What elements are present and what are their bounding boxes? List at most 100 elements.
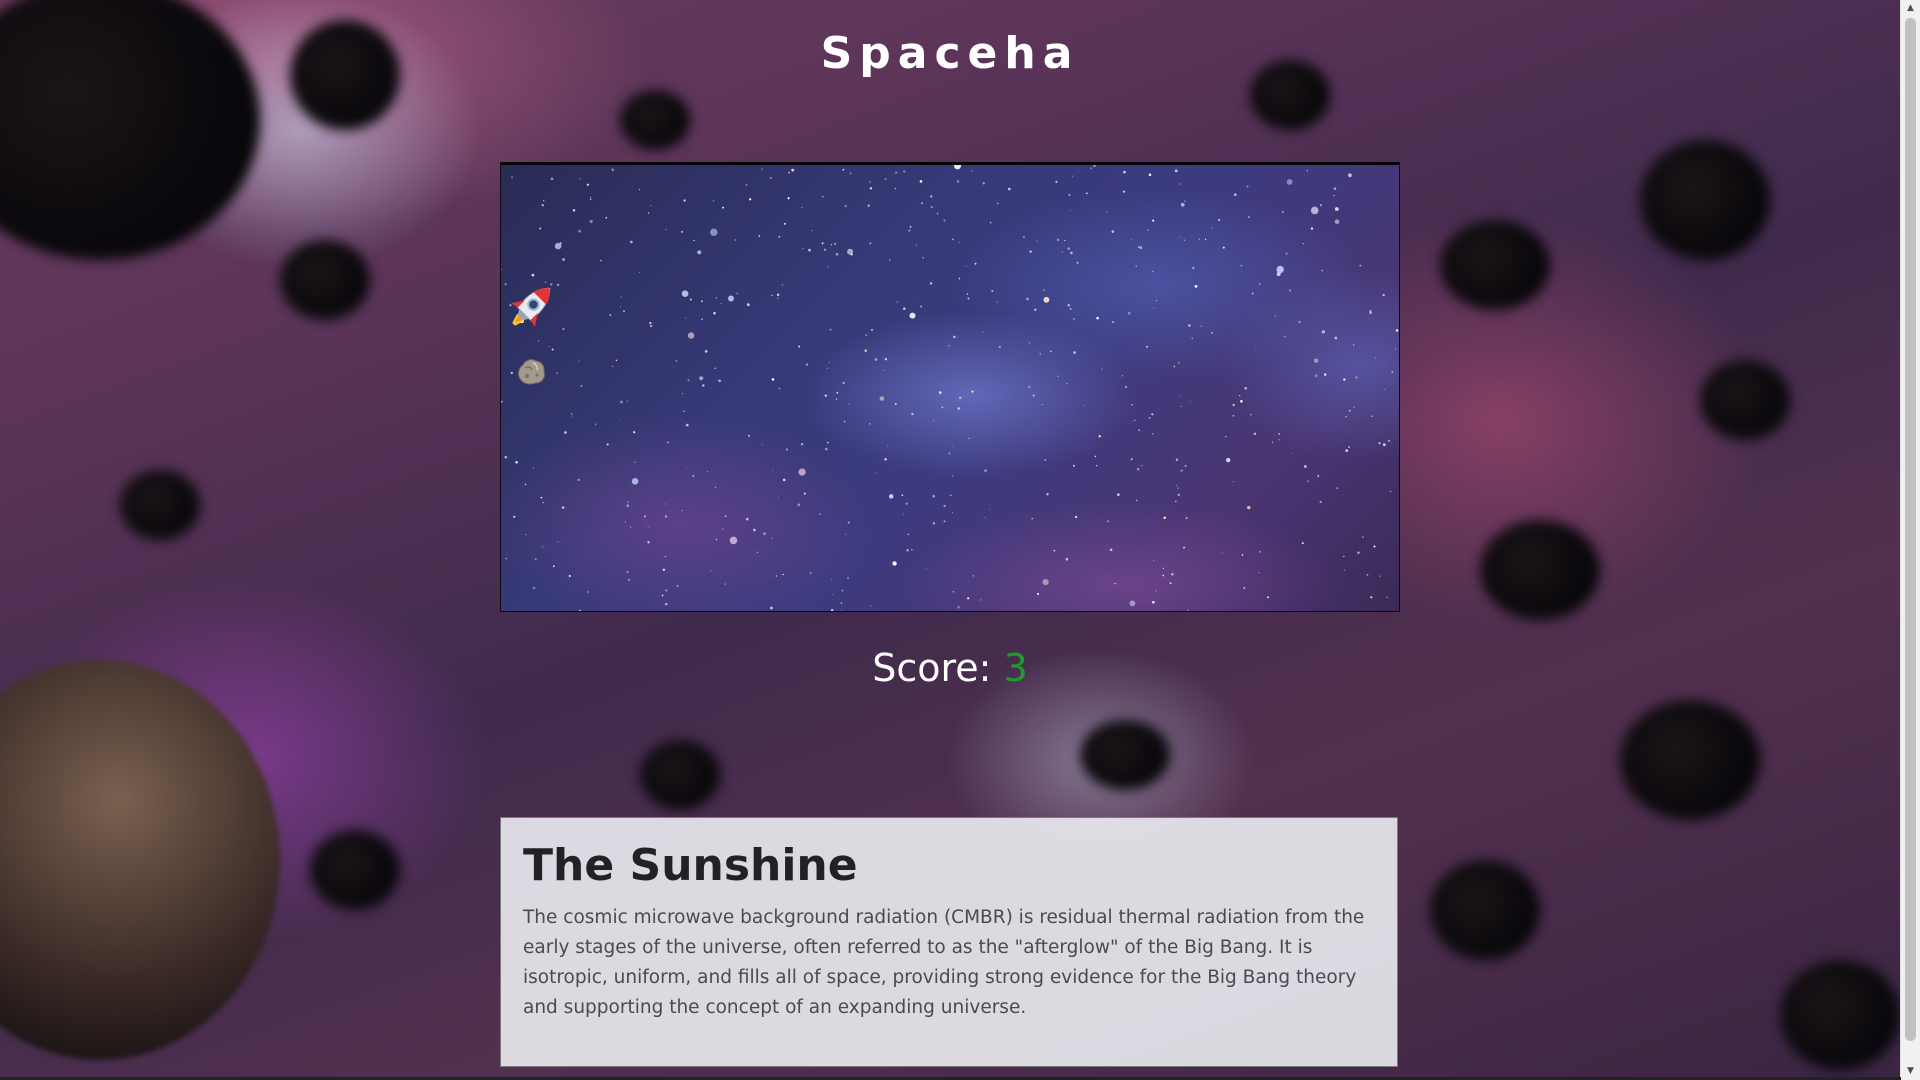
star <box>1198 238 1201 240</box>
star <box>1317 475 1320 478</box>
star <box>1032 394 1035 397</box>
star <box>824 394 828 397</box>
background-asteroid <box>310 830 400 910</box>
star <box>996 301 998 303</box>
star <box>1065 557 1069 561</box>
star <box>647 526 649 528</box>
star <box>1217 218 1221 222</box>
star <box>1056 238 1060 241</box>
star <box>901 494 904 497</box>
star <box>819 513 822 515</box>
star <box>883 369 885 371</box>
vertical-scrollbar[interactable]: ▲ ▼ <box>1900 0 1920 1080</box>
star <box>1244 386 1248 390</box>
star <box>1069 308 1072 310</box>
star <box>982 182 985 185</box>
star <box>548 346 550 348</box>
star <box>1135 265 1137 267</box>
star <box>578 360 580 362</box>
star <box>683 410 685 412</box>
star <box>1353 344 1355 346</box>
star <box>1039 353 1041 355</box>
star <box>1072 464 1075 467</box>
star <box>829 328 832 331</box>
star <box>840 602 843 605</box>
star <box>903 513 905 515</box>
star <box>685 317 687 319</box>
star <box>681 510 683 512</box>
star <box>1008 187 1011 191</box>
star <box>847 248 854 255</box>
star <box>788 171 790 174</box>
star <box>1042 289 1045 292</box>
star <box>1184 464 1187 468</box>
star <box>1334 207 1339 211</box>
game-canvas[interactable] <box>500 162 1400 612</box>
star <box>1347 445 1351 449</box>
star <box>1069 210 1071 212</box>
star <box>983 516 985 518</box>
star <box>626 501 629 503</box>
star <box>1210 227 1213 229</box>
star <box>1055 180 1058 183</box>
star <box>724 515 727 517</box>
star <box>638 188 641 191</box>
star <box>1323 373 1327 376</box>
star <box>713 311 716 315</box>
star <box>1135 499 1138 502</box>
star <box>722 206 725 209</box>
star <box>1028 342 1031 344</box>
star <box>1255 349 1257 351</box>
star <box>1384 388 1386 390</box>
star <box>664 515 668 518</box>
star <box>685 423 689 427</box>
star <box>501 400 503 403</box>
scroll-up-arrow-icon[interactable]: ▲ <box>1901 0 1920 17</box>
star <box>1175 458 1179 461</box>
star <box>1266 596 1269 599</box>
star <box>1200 325 1202 327</box>
star <box>909 312 916 319</box>
star <box>589 196 592 199</box>
star <box>699 376 704 381</box>
star <box>1362 536 1364 538</box>
star <box>1041 403 1043 406</box>
star <box>821 242 824 245</box>
star <box>943 219 946 222</box>
star <box>664 555 667 558</box>
star <box>770 606 773 610</box>
star <box>887 445 889 447</box>
star <box>1389 490 1392 493</box>
star <box>1239 394 1241 397</box>
star <box>620 400 623 404</box>
star <box>649 324 653 328</box>
star <box>894 187 897 190</box>
star <box>919 180 923 183</box>
star <box>697 250 702 255</box>
star <box>734 239 737 241</box>
star <box>1028 385 1031 389</box>
star <box>980 599 982 601</box>
star <box>724 583 726 585</box>
star <box>908 229 911 232</box>
star <box>914 303 916 305</box>
star <box>1123 170 1126 174</box>
scrollbar-thumb[interactable] <box>1905 18 1916 1041</box>
rocket-icon[interactable] <box>503 277 561 335</box>
scroll-down-arrow-icon[interactable]: ▼ <box>1901 1063 1920 1080</box>
star <box>1258 283 1261 286</box>
star <box>1274 315 1277 317</box>
star <box>1107 520 1109 522</box>
star <box>1178 361 1180 364</box>
star <box>1333 187 1337 190</box>
star <box>1379 575 1381 577</box>
star <box>830 244 833 246</box>
star <box>835 252 839 256</box>
star <box>1068 194 1071 196</box>
star <box>1321 330 1325 334</box>
star <box>661 594 664 597</box>
background-asteroid <box>620 90 690 150</box>
star <box>681 290 689 298</box>
star <box>1192 267 1195 270</box>
star <box>984 469 987 472</box>
